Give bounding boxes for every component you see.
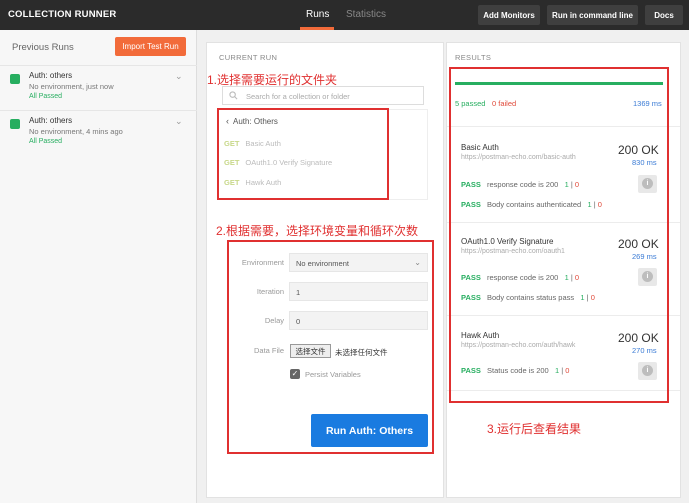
tab-statistics[interactable]: Statistics <box>346 9 386 20</box>
search-placeholder: Search for a collection or folder <box>246 92 350 101</box>
run-environment: No environment, just now <box>29 82 114 91</box>
annotation-step-1: 1.选择需要运行的文件夹 <box>207 73 338 87</box>
run-list-item[interactable]: Auth: others No environment, 4 mins ago … <box>0 110 197 154</box>
results-label: RESULTS <box>455 53 492 62</box>
run-list-item[interactable]: Auth: others No environment, just now Al… <box>0 65 197 109</box>
app-title: COLLECTION RUNNER <box>8 9 117 20</box>
run-name: Auth: others <box>29 71 73 80</box>
collection-search-input[interactable]: Search for a collection or folder <box>222 86 424 105</box>
annotation-box-results <box>449 67 669 403</box>
run-status-icon <box>10 119 20 129</box>
previous-runs-sidebar: Previous Runs Import Test Run Auth: othe… <box>0 30 197 503</box>
docs-button[interactable]: Docs <box>645 5 683 25</box>
run-status-icon <box>10 74 20 84</box>
chevron-down-icon[interactable]: ⌄ <box>175 71 183 82</box>
add-monitors-button[interactable]: Add Monitors <box>478 5 540 25</box>
annotation-step-3: 3.运行后查看结果 <box>487 422 582 436</box>
run-in-command-line-button[interactable]: Run in command line <box>547 5 638 25</box>
run-status-text: All Passed <box>29 138 63 145</box>
run-environment: No environment, 4 mins ago <box>29 127 123 136</box>
annotation-box-folder <box>217 108 389 200</box>
search-icon <box>229 91 238 100</box>
annotation-box-settings <box>227 240 434 454</box>
import-test-run-button[interactable]: Import Test Run <box>115 37 186 56</box>
previous-runs-heading: Previous Runs <box>12 42 74 53</box>
run-status-text: All Passed <box>29 93 63 100</box>
run-name: Auth: others <box>29 116 73 125</box>
chevron-down-icon[interactable]: ⌄ <box>175 116 183 127</box>
annotation-step-2: 2.根据需要，选择环境变量和循环次数 <box>216 224 419 238</box>
top-bar: COLLECTION RUNNER Runs Statistics Add Mo… <box>0 0 689 30</box>
current-run-label: CURRENT RUN <box>219 53 278 62</box>
tab-runs[interactable]: Runs <box>306 9 329 20</box>
active-tab-indicator <box>300 27 334 30</box>
